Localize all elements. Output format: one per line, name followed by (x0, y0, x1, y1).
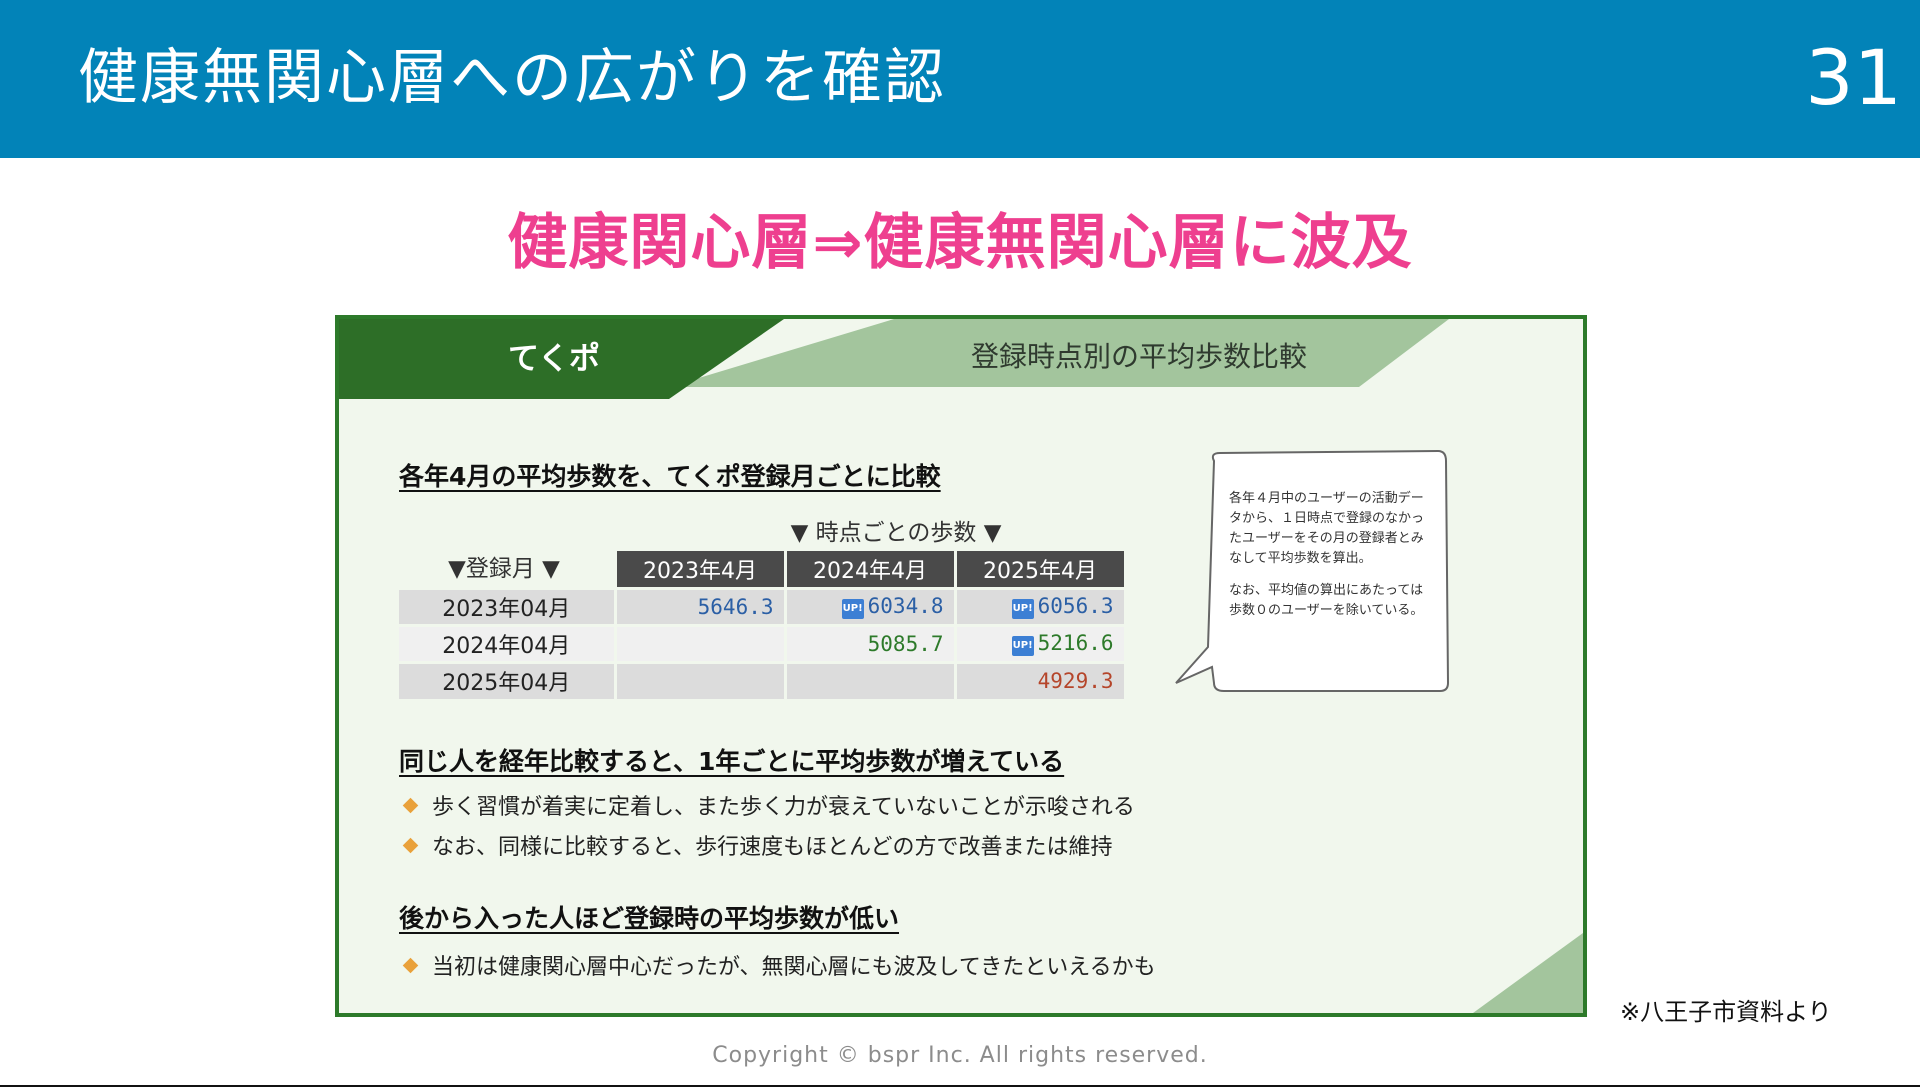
note-paragraph: なお、平均値の算出にあたっては歩数０のユーザーを除いている。 (1229, 583, 1424, 618)
table-cell: UP! 5216.6 (955, 623, 1127, 662)
note-paragraph: 各年４月中のユーザーの活動データから、１日時点で登録のなかったユーザーをその月の… (1229, 491, 1425, 566)
table-corner (399, 551, 617, 588)
copyright: Copyright © bspr Inc. All rights reserve… (712, 1043, 1208, 1068)
table-row: 2025年04月 4929.3 (399, 660, 1127, 699)
row-label: 2024年04月 (399, 623, 617, 662)
table-cell: 5646.3 (615, 586, 787, 625)
diamond-bullet-icon (402, 957, 419, 974)
table-cell: UP! 6034.8 (785, 586, 957, 625)
table-cell: 5085.7 (785, 623, 957, 662)
section2-heading: 同じ人を経年比較すると、1年ごとに平均歩数が増えている (399, 747, 1065, 776)
corner-decoration (1473, 933, 1583, 1013)
bullet-text: 歩く習慣が着実に定着し、また歩く力が衰えていないことが示唆される (432, 795, 1135, 820)
tekupo-tab-label: てくポ (507, 341, 601, 377)
list-item: 当初は健康関心層中心だったが、無関心層にも波及してきたといえるかも (399, 949, 1156, 981)
headline: 健康関心層⇒健康無関心層に波及 (507, 208, 1413, 278)
source-note: ※八王子市資料より (1620, 998, 1832, 1026)
cell-value: 6034.8 (867, 594, 944, 618)
steps-table: 2023年4月 2024年4月 2025年4月 2023年04月 5646.3 UP… (399, 551, 1127, 699)
diamond-bullet-icon (402, 797, 419, 814)
column-header: 2023年4月 (615, 551, 787, 588)
list-item: なお、同様に比較すると、歩行速度もほとんどの方で改善または維持 (399, 829, 1112, 861)
cell-value: 4929.3 (1037, 669, 1114, 694)
table-row: 2023年04月 5646.3 UP! 6034.8 UP! 6056.3 (399, 586, 1127, 625)
bullet-text: 当初は健康関心層中心だったが、無関心層にも波及してきたといえるかも (432, 955, 1156, 980)
row-label: 2025年04月 (399, 660, 617, 699)
panel-header: てくポ 登録時点別の平均歩数比較 (339, 319, 1583, 399)
page-number: 31 (1805, 33, 1902, 122)
column-header: 2025年4月 (955, 551, 1127, 588)
cell-value: 5216.6 (1037, 631, 1114, 655)
up-arrow-icon: UP! (1011, 599, 1034, 619)
table-cell: 4929.3 (955, 660, 1127, 699)
section1-heading: 各年4月の平均歩数を、てくポ登録月ごとに比較 (399, 462, 941, 491)
table-row: 2024年04月 5085.7 UP! 5216.6 (399, 623, 1127, 662)
bubble-note: 各年４月中のユーザーの活動データから、１日時点で登録のなかったユーザーをその月の… (1229, 489, 1429, 633)
tekupo-panel: てくポ 登録時点別の平均歩数比較 各年4月の平均歩数を、てくポ登録月ごとに比較 … (335, 315, 1587, 1017)
table-cell (785, 660, 957, 699)
section3-heading: 後から入った人ほど登録時の平均歩数が低い (399, 904, 900, 933)
diamond-bullet-icon (402, 837, 419, 854)
row-label: 2023年04月 (399, 586, 617, 625)
cell-value: 5646.3 (697, 594, 774, 619)
panel-header-title: 登録時点別の平均歩数比較 (970, 340, 1307, 373)
up-arrow-icon: UP! (1011, 636, 1034, 656)
slide-title: 健康無関心層への広がりを確認 (78, 43, 946, 113)
cell-value: 6056.3 (1037, 594, 1114, 618)
column-header: 2024年4月 (785, 551, 957, 588)
cell-value: 5085.7 (867, 631, 944, 656)
table-cell (615, 623, 787, 662)
up-arrow-icon: UP! (841, 599, 864, 619)
table-caption: ▼ 時点ごとの歩数 ▼ (790, 520, 1002, 546)
table-cell: UP! 6056.3 (955, 586, 1127, 625)
list-item: 歩く習慣が着実に定着し、また歩く力が衰えていないことが示唆される (399, 789, 1135, 821)
bullet-text: なお、同様に比較すると、歩行速度もほとんどの方で改善または維持 (432, 835, 1113, 860)
table-cell (615, 660, 787, 699)
slide-header: 健康無関心層への広がりを確認 31 (0, 0, 1920, 158)
